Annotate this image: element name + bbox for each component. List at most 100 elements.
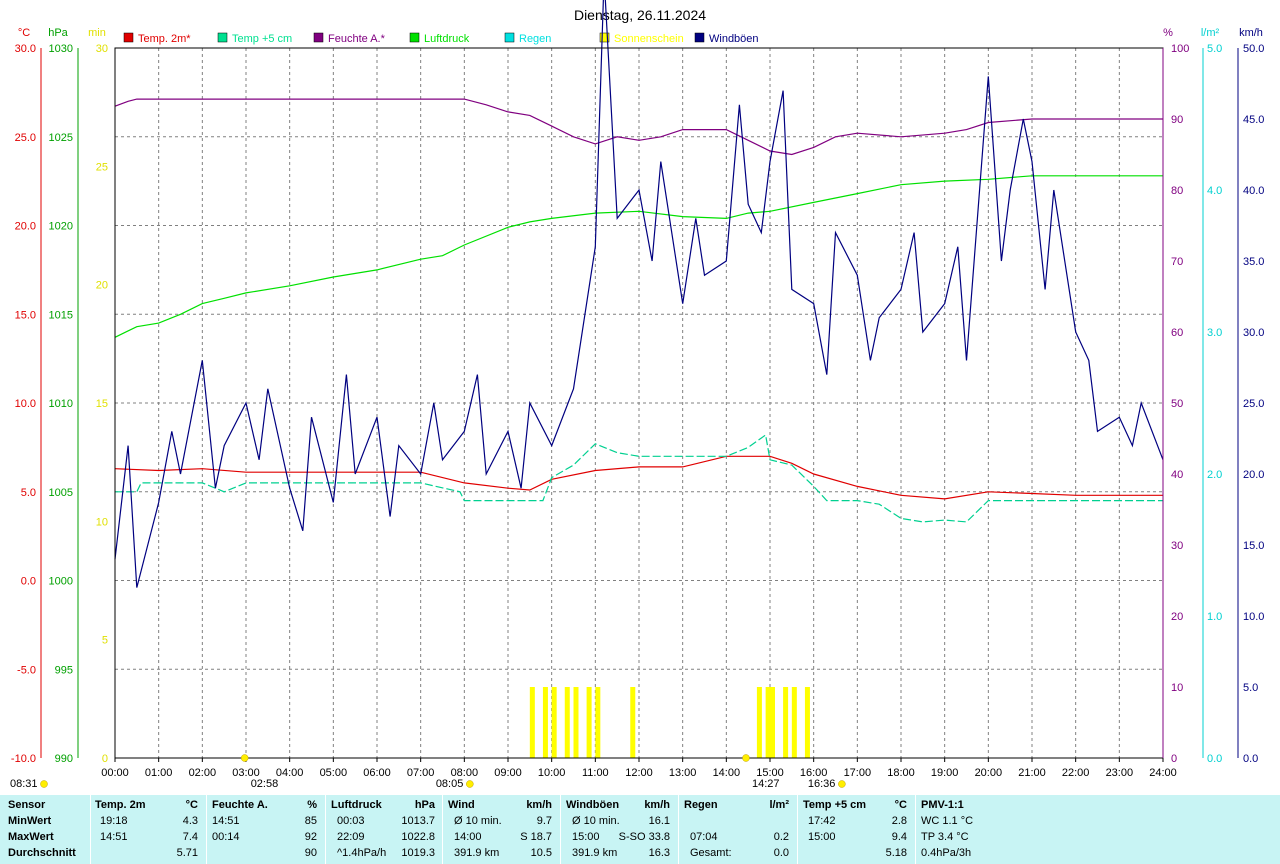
tick-temp-4: 10.0 [15, 398, 36, 410]
column-separator [325, 795, 326, 864]
legend-swatch-4 [504, 32, 515, 43]
tick-rain-4: 1.0 [1207, 611, 1222, 623]
axis-unit-temp: °C [18, 27, 30, 39]
tick-sun_min-1: 25 [96, 161, 108, 173]
x-tick-12: 12:00 [625, 767, 653, 779]
sunshine-bars [529, 687, 810, 758]
tick-wind-4: 30.0 [1243, 327, 1264, 339]
tick-temp-6: 0.0 [21, 576, 36, 588]
tick-temp-0: 30.0 [15, 43, 36, 55]
axis-unit-wind: km/h [1239, 27, 1263, 39]
stats-cell-value-1-1: 92 [304, 831, 317, 843]
tick-humidity-6: 40 [1171, 469, 1183, 481]
stats-cell-time-1-2: 22:09 [337, 831, 365, 843]
tick-temp-7: -5.0 [17, 664, 36, 676]
tick-wind-1: 45.0 [1243, 114, 1264, 126]
marker-label-3: 14:27 [752, 778, 780, 790]
stats-cell-time-1-3: 14:00 [454, 831, 482, 843]
tick-temp-2: 20.0 [15, 221, 36, 233]
stats-cell-value-1-0: 7.4 [182, 831, 198, 843]
x-tick-7: 07:00 [407, 767, 435, 779]
tick-wind-0: 50.0 [1243, 43, 1264, 55]
tick-rain-5: 0.0 [1207, 753, 1222, 765]
x-tick-11: 11:00 [582, 767, 609, 779]
sunshine-bar-9 [765, 687, 771, 758]
sunshine-bar-13 [804, 687, 810, 758]
sunshine-bar-6 [595, 687, 601, 758]
axis-unit-pressure: hPa [48, 27, 68, 39]
x-tick-17: 17:00 [844, 767, 872, 779]
tick-temp-8: -10.0 [11, 753, 36, 765]
sunshine-bar-7 [630, 687, 636, 758]
stats-cell-value-0-3: 9.7 [536, 815, 552, 827]
stats-cell-value-2-1: 90 [304, 847, 317, 859]
column-separator [678, 795, 679, 864]
stats-cell-value-2-5: 0.0 [773, 847, 789, 859]
stats-cell-time-1-7: TP 3.4 °C [921, 831, 969, 843]
legend-swatch-6 [694, 32, 705, 43]
stats-cell-time-2-7: 0.4hPa/3h [921, 847, 972, 859]
stats-cell-time-1-6: 15:00 [808, 831, 836, 843]
x-tick-13: 13:00 [669, 767, 697, 779]
tick-pressure-8: 990 [55, 753, 73, 765]
weather-chart: Dienstag, 26.11.2024 Temp. 2m* Temp +5 cm… [10, 0, 1264, 790]
tick-sun_min-0: 30 [96, 43, 108, 55]
tick-rain-1: 4.0 [1207, 185, 1222, 197]
stats-cell-value-1-4: S-SO 33.8 [618, 831, 670, 843]
legend-swatch-1 [217, 32, 228, 43]
tick-wind-3: 35.0 [1243, 256, 1264, 268]
marker-label-0: 08:31 [10, 778, 38, 790]
x-tick-6: 06:00 [363, 767, 391, 779]
legend-label-6: Windböen [709, 33, 759, 45]
stats-cell-value-0-2: 1013.7 [401, 815, 435, 827]
tick-humidity-4: 60 [1171, 327, 1183, 339]
tick-humidity-9: 10 [1171, 682, 1183, 694]
tick-wind-2: 40.0 [1243, 185, 1264, 197]
column-separator [915, 795, 916, 864]
tick-humidity-1: 90 [1171, 114, 1183, 126]
stats-header-sensor: Sensor [8, 799, 46, 811]
legend: Temp. 2m* Temp +5 cm Feuchte A.* Luftdruck R… [123, 32, 759, 45]
tick-humidity-5: 50 [1171, 398, 1183, 410]
stats-unit-1: °C [185, 799, 198, 811]
tick-wind-9: 5.0 [1243, 682, 1258, 694]
tick-rain-2: 3.0 [1207, 327, 1222, 339]
x-tick-2: 02:00 [189, 767, 217, 779]
axis-unit-humidity: % [1163, 27, 1173, 39]
x-tick-19: 19:00 [931, 767, 959, 779]
tick-pressure-1: 1025 [49, 132, 73, 144]
tick-humidity-0: 100 [1171, 43, 1189, 55]
sunshine-bar-2 [551, 687, 557, 758]
stats-unit-6: l/m² [769, 799, 789, 811]
stats-row-label-0: MinWert [8, 815, 52, 827]
legend-label-1: Temp +5 cm [232, 33, 292, 45]
tick-temp-1: 25.0 [15, 132, 36, 144]
statistics-table: Sensor Temp. 2m °C Feuchte A.% Luftdruck hPa W… [0, 795, 1280, 864]
stats-cell-value-1-3: S 18.7 [520, 831, 552, 843]
stats-row-label-2: Durchschnitt [8, 847, 76, 859]
x-tick-10: 10:00 [538, 767, 566, 779]
stats-cell-time-1-4: 15:00 [572, 831, 600, 843]
stats-header-8: PMV-1:1 [921, 799, 964, 811]
marker-label-2: 08:05 [436, 778, 464, 790]
sunshine-bar-8 [756, 687, 762, 758]
legend-label-5: Sonnenschein [614, 33, 684, 45]
stats-cell-time-0-2: 00:03 [337, 815, 365, 827]
stats-unit-4: km/h [526, 799, 552, 811]
tick-wind-5: 25.0 [1243, 398, 1264, 410]
tick-pressure-2: 1020 [49, 221, 73, 233]
stats-cell-time-1-1: 00:14 [212, 831, 240, 843]
column-separator [90, 795, 91, 864]
x-tick-21: 21:00 [1018, 767, 1046, 779]
stats-cell-time-0-6: 17:42 [808, 815, 836, 827]
marker-label-4: 16:36 [808, 778, 836, 790]
tick-pressure-5: 1005 [49, 487, 73, 499]
tick-temp-5: 5.0 [21, 487, 36, 499]
stats-unit-3: hPa [414, 799, 435, 811]
tick-humidity-7: 30 [1171, 540, 1183, 552]
x-tick-20: 20:00 [975, 767, 1003, 779]
stats-cell-value-1-2: 1022.8 [401, 831, 435, 843]
marker-label-1: 02:58 [251, 778, 279, 790]
sunshine-bar-11 [783, 687, 789, 758]
axis-unit-sun_min: min [88, 27, 106, 39]
